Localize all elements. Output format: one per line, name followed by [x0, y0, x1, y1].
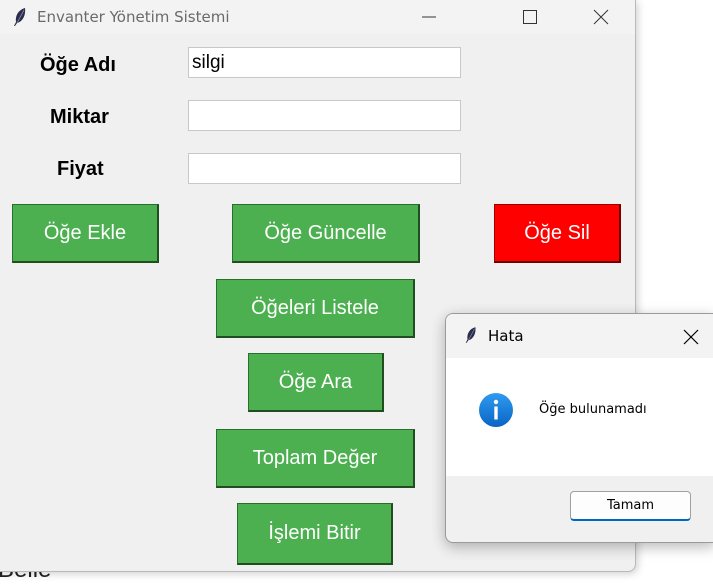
list-items-button[interactable]: Öğeleri Listele: [216, 279, 415, 338]
window-title: Envanter Yönetim Sistemi: [37, 8, 230, 26]
close-icon: [593, 9, 609, 25]
update-item-button[interactable]: Öğe Güncelle: [232, 204, 420, 263]
add-item-button[interactable]: Öğe Ekle: [12, 204, 159, 263]
quantity-label: Miktar: [50, 106, 109, 128]
maximize-button[interactable]: [507, 0, 553, 34]
error-dialog: Hata Öğe bulunamadı Tamam: [445, 313, 713, 543]
ok-button[interactable]: Tamam: [570, 491, 691, 521]
title-bar[interactable]: Envanter Yönetim Sistemi: [0, 0, 635, 34]
dialog-close-button[interactable]: [674, 322, 708, 352]
close-button[interactable]: [578, 0, 624, 34]
dialog-title-bar[interactable]: Hata: [446, 314, 713, 358]
item-name-input[interactable]: [188, 47, 461, 78]
feather-icon: [14, 8, 26, 26]
feather-icon: [465, 327, 476, 343]
price-input[interactable]: [188, 153, 461, 184]
dialog-message: Öğe bulunamadı: [539, 402, 647, 417]
dialog-title: Hata: [488, 327, 524, 345]
search-item-button[interactable]: Öğe Ara: [248, 353, 384, 412]
delete-item-button[interactable]: Öğe Sil: [494, 204, 621, 263]
total-value-button[interactable]: Toplam Değer: [216, 429, 415, 488]
dialog-body: Öğe bulunamadı: [446, 358, 713, 476]
close-icon: [683, 329, 699, 345]
price-label: Fiyat: [57, 158, 104, 180]
maximize-icon: [523, 10, 537, 24]
info-icon: [479, 393, 513, 427]
minimize-button[interactable]: [406, 0, 452, 34]
quantity-input[interactable]: [188, 100, 461, 131]
minimize-icon: [422, 16, 436, 18]
item-name-label: Öğe Adı: [40, 54, 116, 76]
finish-button[interactable]: İşlemi Bitir: [237, 503, 393, 565]
